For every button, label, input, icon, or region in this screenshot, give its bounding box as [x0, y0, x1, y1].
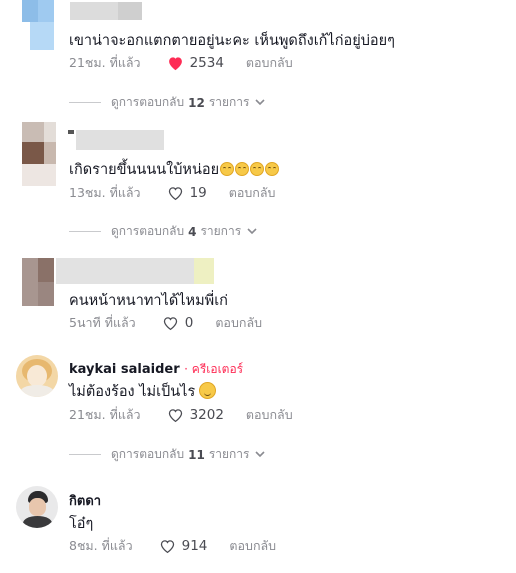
comment-meta: 5นาที ที่แล้ว 0 ตอบกลับ — [69, 313, 262, 333]
like-button[interactable]: 0 — [162, 315, 194, 331]
username[interactable] — [56, 258, 194, 284]
reply-button[interactable]: ตอบกลับ — [215, 313, 262, 333]
divider — [69, 231, 101, 232]
username[interactable]: กิตดา — [69, 490, 101, 511]
heart-icon — [168, 409, 182, 423]
smiling-face-emoji — [199, 382, 217, 399]
like-count: 2534 — [189, 55, 224, 71]
username[interactable]: kaykai salaider · ครีเอเตอร์ — [69, 360, 243, 379]
chevron-down-icon — [247, 228, 257, 235]
heart-icon — [168, 187, 182, 201]
reply-count: 11 — [188, 447, 205, 462]
chevron-down-icon — [255, 99, 266, 106]
comment-text: ไม่ต้องร้อง ไม่เป็นไร — [69, 380, 217, 403]
comment-meta: 21ชม. ที่แล้ว 2534 ตอบกลับ — [69, 53, 293, 73]
timestamp: 13ชม. ที่แล้ว — [69, 185, 141, 200]
timestamp: 21ชม. ที่แล้ว — [69, 55, 141, 70]
comment-text: เกิดรายขึ้นนนนใบ้หน่อย — [69, 158, 280, 181]
timestamp: 5นาที ที่แล้ว — [69, 315, 136, 330]
heart-icon — [163, 317, 177, 331]
smiling-face-emoji — [265, 162, 280, 176]
view-replies-button[interactable]: ดูการตอบกลับ 12 รายการ — [69, 93, 266, 112]
view-replies-button[interactable]: ดูการตอบกลับ 11 รายการ — [69, 445, 266, 464]
like-button[interactable]: 914 — [159, 538, 208, 554]
heart-icon — [168, 57, 182, 71]
avatar[interactable] — [16, 486, 58, 528]
comment-text: โอ๋ๆ — [69, 516, 94, 532]
comment-meta: 21ชม. ที่แล้ว 3202 ตอบกลับ — [69, 405, 293, 425]
smiling-face-emoji — [250, 162, 265, 176]
avatar[interactable] — [22, 0, 54, 50]
smiling-face-emoji — [235, 162, 250, 176]
username — [118, 2, 142, 20]
username[interactable] — [76, 130, 164, 150]
divider — [69, 102, 101, 103]
chevron-down-icon — [255, 451, 266, 458]
creator-badge: · ครีเอเตอร์ — [184, 362, 244, 376]
avatar[interactable] — [22, 122, 56, 186]
reply-button[interactable]: ตอบกลับ — [229, 536, 276, 556]
like-button[interactable]: 19 — [167, 185, 207, 201]
like-count: 19 — [189, 185, 207, 201]
heart-icon — [160, 540, 174, 554]
reply-button[interactable]: ตอบกลับ — [229, 183, 276, 203]
timestamp: 8ชม. ที่แล้ว — [69, 538, 133, 553]
like-count: 914 — [181, 538, 208, 554]
view-replies-button[interactable]: ดูการตอบกลับ 4 รายการ — [69, 222, 257, 241]
comment-meta: 13ชม. ที่แล้ว 19 ตอบกลับ — [69, 183, 275, 203]
like-count: 3202 — [189, 407, 224, 423]
timestamp: 21ชม. ที่แล้ว — [69, 407, 141, 422]
divider — [69, 454, 101, 455]
avatar[interactable] — [22, 258, 54, 306]
like-button[interactable]: 2534 — [167, 55, 224, 71]
avatar[interactable] — [16, 355, 58, 397]
comment-text: เขาน่าจะอกแตกตายอยู่นะคะ เห็นพูดถึงเก้ไก… — [69, 33, 395, 49]
reply-button[interactable]: ตอบกลับ — [246, 53, 293, 73]
reply-count: 4 — [188, 224, 197, 239]
comment-text: คนหน้าหนาทาได้ไหมพี่เก่ — [69, 293, 228, 309]
like-button[interactable]: 3202 — [167, 407, 224, 423]
like-count: 0 — [184, 315, 194, 331]
comment-meta: 8ชม. ที่แล้ว 914 ตอบกลับ — [69, 536, 276, 556]
reply-button[interactable]: ตอบกลับ — [246, 405, 293, 425]
reply-count: 12 — [188, 95, 205, 110]
smiling-face-emoji — [220, 162, 235, 176]
